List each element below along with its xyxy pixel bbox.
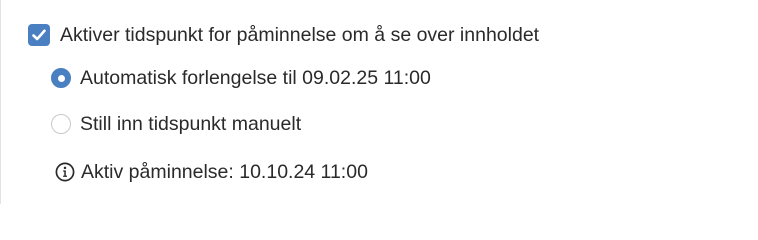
enable-reminder-label: Aktiver tidspunkt for påminnelse om å se… <box>60 23 540 46</box>
enable-reminder-checkbox[interactable] <box>28 24 50 46</box>
enable-reminder-option[interactable]: Aktiver tidspunkt for påminnelse om å se… <box>28 21 539 49</box>
auto-extend-option[interactable]: Automatisk forlengelse til 09.02.25 11:0… <box>51 64 431 92</box>
active-reminder-text: Aktiv påminnelse: 10.10.24 11:00 <box>81 160 368 183</box>
info-icon <box>55 162 75 182</box>
auto-extend-radio[interactable] <box>51 68 71 88</box>
radio-dot <box>57 74 65 82</box>
reminder-settings-panel: Aktiver tidspunkt for påminnelse om å se… <box>0 0 758 204</box>
active-reminder-info: Aktiv påminnelse: 10.10.24 11:00 <box>55 158 368 186</box>
manual-time-option[interactable]: Still inn tidspunkt manuelt <box>51 110 301 138</box>
manual-time-label: Still inn tidspunkt manuelt <box>80 112 302 135</box>
auto-extend-label: Automatisk forlengelse til 09.02.25 11:0… <box>80 66 431 89</box>
manual-time-radio[interactable] <box>51 114 71 134</box>
checkmark-icon <box>32 29 46 41</box>
